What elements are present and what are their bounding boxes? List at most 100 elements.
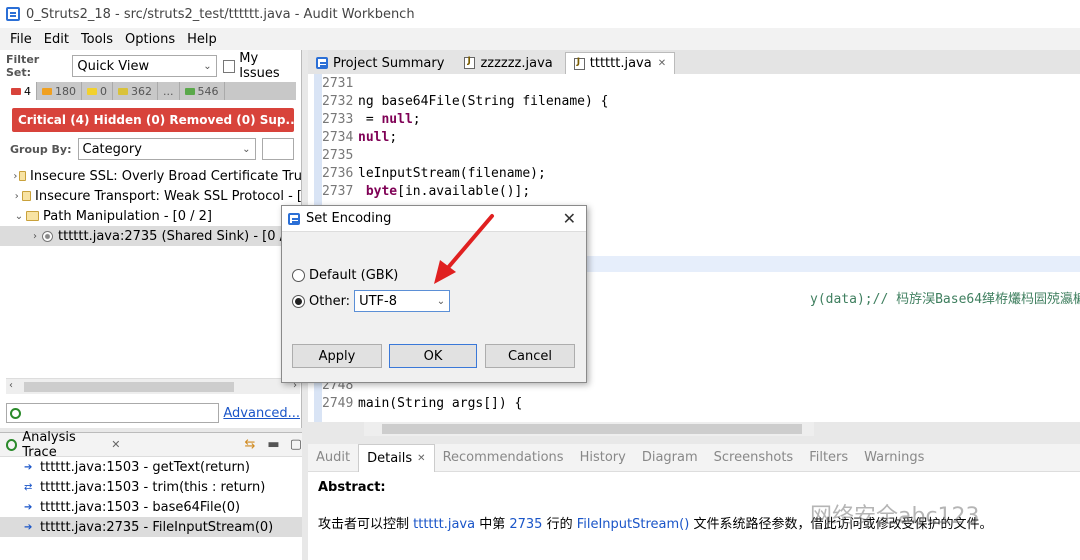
scrollbar-thumb[interactable] bbox=[24, 382, 234, 392]
search-input[interactable] bbox=[6, 403, 220, 423]
close-icon[interactable]: ✕ bbox=[563, 209, 576, 228]
folder-icon bbox=[18, 171, 27, 181]
tree-item-selected[interactable]: › tttttt.java:2735 (Shared Sink) - [0 / … bbox=[0, 226, 302, 246]
bottom-tab-bar: Audit Details ✕ Recommendations History D… bbox=[308, 443, 1080, 472]
chevron-down-icon: ⌄ bbox=[436, 295, 446, 307]
tab-history[interactable]: History bbox=[572, 444, 634, 472]
trace-row-label: tttttt.java:1503 - trim(this : return) bbox=[40, 479, 266, 495]
count-more: ... bbox=[163, 84, 174, 98]
tab-filters[interactable]: Filters bbox=[801, 444, 856, 472]
editor-scrollbar[interactable] bbox=[364, 422, 814, 436]
close-icon[interactable]: ✕ bbox=[111, 438, 120, 451]
abstract-label: Abstract: bbox=[318, 480, 386, 495]
critical-banner[interactable]: Critical (4) Hidden (0) Removed (0) Sup.… bbox=[12, 108, 294, 132]
tab-low[interactable]: 362 bbox=[113, 82, 158, 100]
count-all: 546 bbox=[197, 84, 219, 98]
menu-edit[interactable]: Edit bbox=[38, 32, 75, 47]
tab-tttttt-java[interactable]: tttttt.java ✕ bbox=[564, 52, 676, 74]
tab-audit[interactable]: Audit bbox=[308, 444, 358, 472]
tree-item-label: Insecure SSL: Overly Broad Certificate T… bbox=[30, 168, 302, 184]
api-link[interactable]: FileInputStream() bbox=[577, 517, 690, 532]
trace-row[interactable]: ➔ tttttt.java:1503 - getText(return) bbox=[0, 457, 302, 477]
code-editor-right[interactable]: y(data);// 杩斿洖Base64缂栫爜杩囩殑瀛楄妭鏁扮粍瀛楃涓� bbox=[810, 74, 1080, 422]
tab-label: Project Summary bbox=[333, 55, 445, 71]
app-icon bbox=[6, 7, 20, 21]
scrollbar-thumb[interactable] bbox=[382, 424, 802, 434]
menu-options[interactable]: Options bbox=[119, 32, 181, 47]
tree-item[interactable]: › Insecure Transport: Weak SSL Protocol … bbox=[0, 186, 302, 206]
ok-button[interactable]: OK bbox=[389, 344, 477, 368]
menu-help[interactable]: Help bbox=[181, 32, 223, 47]
filter-row: Filter Set: Quick View ⌄ My Issues bbox=[6, 51, 301, 81]
menu-file[interactable]: File bbox=[4, 32, 38, 47]
default-encoding-option[interactable]: Default (GBK) bbox=[292, 268, 398, 283]
tree-item[interactable]: ⌄ Path Manipulation - [0 / 2] bbox=[0, 206, 302, 226]
java-file-icon bbox=[464, 56, 476, 69]
trace-row-selected[interactable]: ➔ tttttt.java:2735 - FileInputStream(0) bbox=[0, 517, 302, 537]
default-option-label: Default (GBK) bbox=[309, 268, 399, 283]
filter-set-select[interactable]: Quick View ⌄ bbox=[72, 55, 217, 77]
high-flag-icon bbox=[42, 87, 52, 95]
chevron-right-icon[interactable]: › bbox=[12, 171, 19, 182]
count-critical: 4 bbox=[24, 84, 31, 98]
scroll-left-icon[interactable]: ‹ bbox=[9, 380, 13, 391]
apply-button[interactable]: Apply bbox=[292, 344, 382, 368]
trace-step-icon: ➔ bbox=[24, 501, 33, 513]
trace-step-icon: ➔ bbox=[24, 461, 33, 473]
other-encoding-option[interactable]: Other: UTF-8 ⌄ bbox=[292, 290, 451, 312]
editor-tab-bar: Project Summary zzzzzz.java tttttt.java … bbox=[308, 50, 1080, 74]
tab-medium[interactable]: 0 bbox=[82, 82, 113, 100]
code-line: 2736 leInputStream(filename); bbox=[322, 166, 546, 181]
menu-bar: File Edit Tools Options Help bbox=[0, 28, 1080, 50]
close-icon[interactable]: ✕ bbox=[658, 58, 666, 69]
trace-header: Analysis Trace ✕ ⇆ ▬ ▢ bbox=[0, 430, 302, 460]
issue-tree: › Insecure SSL: Overly Broad Certificate… bbox=[0, 166, 302, 246]
tree-scrollbar[interactable]: ‹ › bbox=[6, 378, 300, 394]
encoding-value: UTF-8 bbox=[359, 293, 397, 309]
minimize-icon[interactable]: ▬ bbox=[267, 437, 279, 452]
analysis-trace-panel: Analysis Trace ✕ ⇆ ▬ ▢ ➔ tttttt.java:1503… bbox=[0, 430, 302, 560]
groupby-select[interactable]: Category ⌄ bbox=[77, 138, 256, 160]
tab-all[interactable]: 546 bbox=[180, 82, 225, 100]
code-line: 2733 = null; bbox=[322, 112, 421, 127]
line-link[interactable]: 2735 bbox=[509, 517, 542, 532]
chevron-down-icon: ⌄ bbox=[242, 143, 251, 155]
tab-more[interactable]: ... bbox=[158, 82, 180, 100]
groupby-filter-input[interactable] bbox=[261, 138, 294, 160]
chevron-right-icon[interactable]: › bbox=[28, 231, 42, 242]
shared-sink-icon bbox=[42, 230, 53, 242]
close-icon[interactable]: ✕ bbox=[417, 453, 425, 464]
menu-tools[interactable]: Tools bbox=[75, 32, 119, 47]
other-radio[interactable] bbox=[292, 294, 305, 308]
tab-diagram[interactable]: Diagram bbox=[634, 444, 706, 472]
search-icon bbox=[10, 407, 21, 419]
my-issues-checkbox[interactable] bbox=[222, 59, 236, 73]
encoding-select[interactable]: UTF-8 ⌄ bbox=[354, 290, 451, 312]
tab-critical[interactable]: 4 bbox=[6, 82, 37, 100]
summary-icon bbox=[316, 57, 328, 69]
tab-details[interactable]: Details ✕ bbox=[358, 443, 435, 472]
code-line: 2734 null; bbox=[322, 130, 398, 145]
default-radio[interactable] bbox=[292, 269, 305, 282]
tree-item[interactable]: › Insecure SSL: Overly Broad Certificate… bbox=[0, 166, 302, 186]
link-icon[interactable]: ⇆ bbox=[245, 437, 256, 452]
code-line: 2737 byte [in.available()]; bbox=[322, 184, 531, 199]
issues-panel: Filter Set: Quick View ⌄ My Issues 4 180… bbox=[0, 50, 302, 428]
trace-row[interactable]: ⇄ tttttt.java:1503 - trim(this : return) bbox=[0, 477, 302, 497]
trace-row-label: tttttt.java:1503 - base64File(0) bbox=[40, 499, 241, 515]
tab-project-summary[interactable]: Project Summary bbox=[308, 52, 452, 74]
advanced-link[interactable]: Advanced... bbox=[223, 406, 300, 421]
tab-recommendations[interactable]: Recommendations bbox=[435, 444, 572, 472]
trace-row[interactable]: ➔ tttttt.java:1503 - base64File(0) bbox=[0, 497, 302, 517]
chevron-down-icon[interactable]: ⌄ bbox=[12, 211, 26, 222]
tab-warnings[interactable]: Warnings bbox=[856, 444, 932, 472]
file-link[interactable]: tttttt.java bbox=[413, 517, 475, 532]
tab-zzzzzz-java[interactable]: zzzzzz.java bbox=[456, 52, 560, 74]
maximize-icon[interactable]: ▢ bbox=[290, 437, 302, 452]
tab-high[interactable]: 180 bbox=[37, 82, 82, 100]
tab-screenshots[interactable]: Screenshots bbox=[706, 444, 802, 472]
code-line: 2735 bbox=[322, 148, 354, 163]
chevron-right-icon[interactable]: › bbox=[12, 191, 22, 202]
critical-flag-icon bbox=[11, 87, 21, 95]
cancel-button[interactable]: Cancel bbox=[485, 344, 575, 368]
